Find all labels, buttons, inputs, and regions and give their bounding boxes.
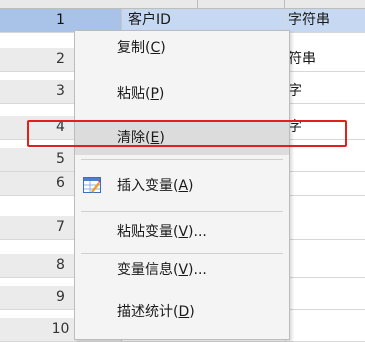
menu-item-label: 粘贴(	[117, 86, 151, 102]
menu-item-accel: P	[150, 86, 159, 102]
cell[interactable]	[286, 172, 365, 195]
cell[interactable]	[286, 216, 365, 239]
menu-item-copy[interactable]: 复制(C)	[75, 31, 289, 65]
menu-item-paste[interactable]: 粘贴(P)	[75, 77, 289, 111]
menu-item-accel: A	[178, 178, 189, 194]
cell[interactable]: 符串	[286, 48, 365, 71]
menu-item-label: 描述统计(	[117, 304, 179, 320]
menu-item-suffix: )	[188, 178, 194, 194]
row-number[interactable]: 1	[0, 9, 122, 32]
menu-separator	[81, 211, 283, 212]
cell[interactable]: 字	[286, 80, 365, 103]
insert-variable-icon	[83, 177, 101, 193]
menu-item-label: 插入变量(	[117, 178, 179, 194]
menu-item-suffix: )	[189, 304, 195, 320]
context-menu: 复制(C) 粘贴(P) 清除(E) 插入变量(A) 粘贴变量(V)... 变量信…	[74, 30, 290, 340]
cell[interactable]	[286, 148, 365, 171]
menu-item-suffix: )...	[188, 224, 207, 240]
menu-item-label: 复制(	[117, 40, 151, 56]
column-header-strip	[0, 0, 365, 9]
header-divider	[197, 0, 198, 8]
menu-item-suffix: )	[158, 86, 165, 102]
header-divider	[284, 0, 285, 8]
menu-item-insert-variable[interactable]: 插入变量(A)	[75, 169, 289, 203]
cell[interactable]	[286, 286, 365, 309]
menu-item-label: 粘贴变量(	[117, 224, 179, 240]
menu-item-accel: C	[150, 40, 161, 56]
menu-separator	[81, 159, 283, 160]
menu-item-paste-variable[interactable]: 粘贴变量(V)...	[75, 215, 289, 249]
cell[interactable]: 字符串	[286, 9, 365, 32]
menu-item-suffix: )	[160, 40, 166, 56]
menu-item-label: 变量信息(	[117, 262, 179, 278]
highlight-annotation-box	[27, 120, 347, 147]
menu-item-variable-info[interactable]: 变量信息(V)...	[75, 253, 289, 287]
menu-item-descriptive-stats[interactable]: 描述统计(D)	[75, 295, 289, 329]
menu-item-accel: D	[178, 304, 190, 320]
menu-item-accel: V	[178, 262, 189, 278]
menu-item-suffix: )...	[188, 262, 207, 278]
cell[interactable]	[286, 254, 365, 277]
menu-item-accel: V	[178, 224, 189, 240]
cell[interactable]	[286, 318, 365, 341]
cell[interactable]: 客户ID	[122, 9, 286, 32]
